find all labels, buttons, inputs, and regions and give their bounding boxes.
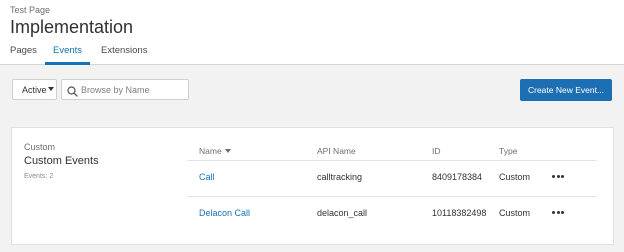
search-input[interactable] xyxy=(81,82,185,97)
status-filter-dropdown[interactable]: Active xyxy=(12,79,57,100)
create-new-event-button[interactable]: Create New Event... xyxy=(520,79,612,101)
column-header-type: Type xyxy=(499,146,518,156)
page-title: Implementation xyxy=(10,17,134,37)
more-options-icon[interactable] xyxy=(552,211,564,214)
event-type: Custom xyxy=(499,208,531,218)
search-icon xyxy=(67,84,78,102)
page-header: Test Page Implementation Pages Events Ex… xyxy=(0,0,624,65)
sort-chevron-down-icon xyxy=(224,149,231,153)
search-box[interactable] xyxy=(61,79,189,100)
event-id: 10118382498 xyxy=(432,208,487,218)
tab-events[interactable]: Events xyxy=(53,45,82,56)
section-title: Custom Events xyxy=(24,155,99,167)
event-name-link[interactable]: Delacon Call xyxy=(199,208,250,218)
chevron-down-icon xyxy=(48,87,54,91)
event-api-name: calltracking xyxy=(317,172,363,182)
section-category: Custom xyxy=(24,142,56,152)
table-divider xyxy=(187,196,597,197)
breadcrumb[interactable]: Test Page xyxy=(10,5,50,15)
event-id: 8409178384 xyxy=(432,172,483,182)
more-options-icon[interactable] xyxy=(552,175,564,178)
table-divider xyxy=(187,160,597,161)
event-count: Events: 2 xyxy=(24,173,54,180)
tab-pages[interactable]: Pages xyxy=(10,45,37,56)
column-header-api-name: API Name xyxy=(317,146,356,156)
event-type: Custom xyxy=(499,172,531,182)
column-header-name-label: Name xyxy=(199,146,222,156)
event-name-link[interactable]: Call xyxy=(199,172,215,182)
event-api-name: delacon_call xyxy=(317,208,368,218)
active-tab-indicator xyxy=(45,62,90,65)
custom-events-card: Custom Custom Events Events: 2 Name API … xyxy=(11,127,614,245)
column-header-id: ID xyxy=(432,146,441,156)
tab-extensions[interactable]: Extensions xyxy=(101,45,147,56)
status-filter-value: Active xyxy=(22,85,47,95)
column-header-name[interactable]: Name xyxy=(199,146,231,156)
